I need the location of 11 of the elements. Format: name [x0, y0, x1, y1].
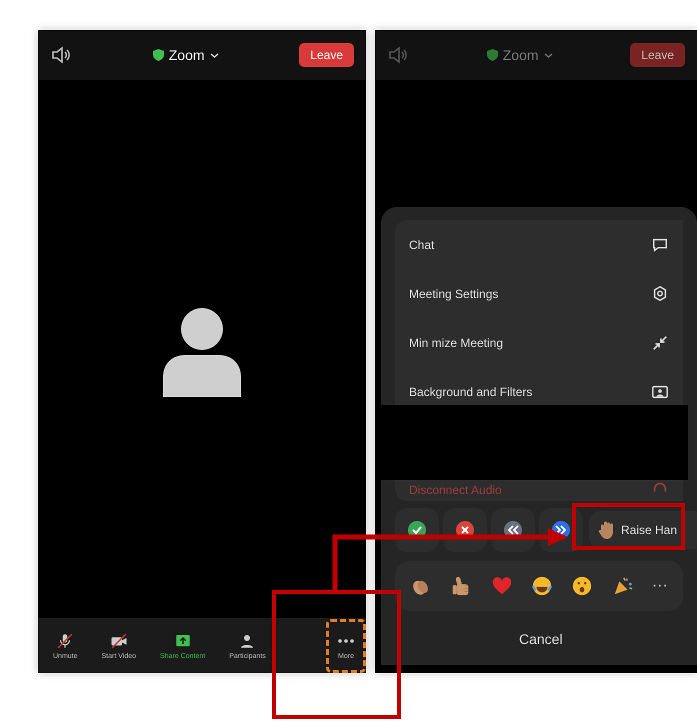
menu-item[interactable]: Chat	[395, 220, 683, 269]
raise-hand-button[interactable]: Raise Han	[589, 511, 697, 549]
more-reactions-button[interactable]: ···	[652, 577, 668, 595]
menu-item[interactable]: Background and Filters	[395, 367, 683, 416]
meeting-title[interactable]: Zoom	[168, 47, 205, 63]
menu-item[interactable]: Min mize Meeting	[395, 318, 683, 367]
menu-item[interactable]: Meeting Settings	[395, 269, 683, 318]
leave-button[interactable]: Leave	[630, 43, 685, 67]
leave-button[interactable]: Leave	[299, 43, 354, 67]
meeting-title[interactable]: Zoom	[502, 47, 539, 63]
cancel-button[interactable]: Cancel	[515, 629, 567, 649]
